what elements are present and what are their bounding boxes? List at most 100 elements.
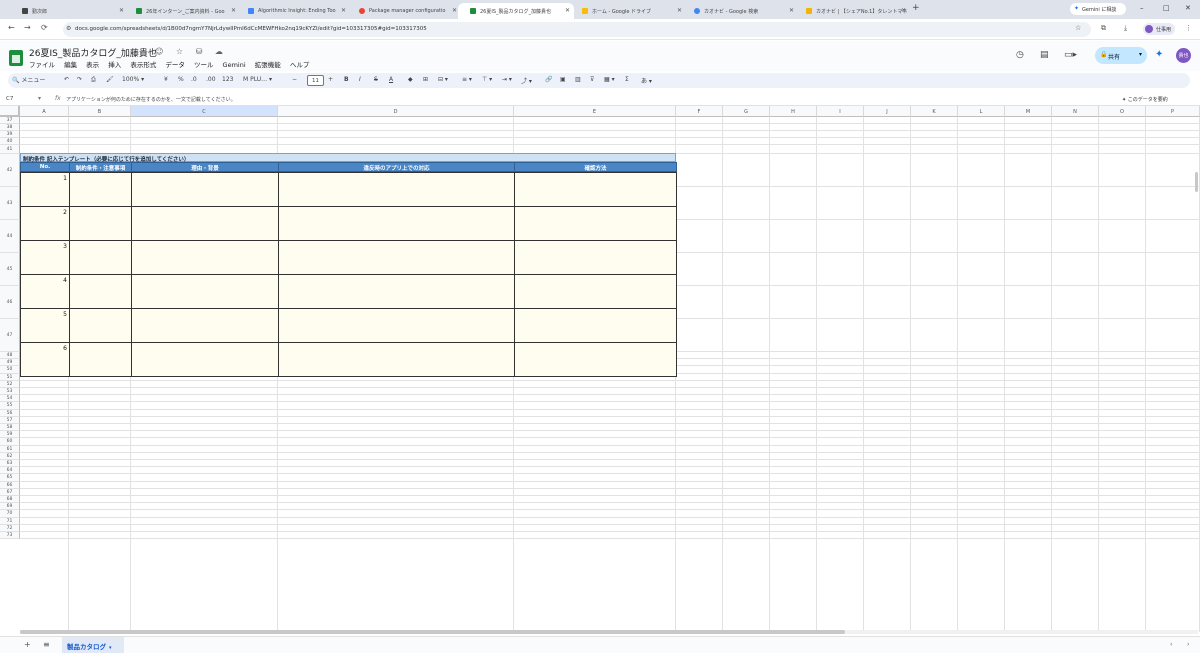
- fill-color-icon[interactable]: ◆: [408, 76, 413, 83]
- table-cell[interactable]: [131, 274, 279, 309]
- column-header[interactable]: O: [1099, 106, 1146, 117]
- row-number-cell[interactable]: 6: [20, 342, 70, 377]
- reload-icon[interactable]: ⟳: [41, 23, 48, 32]
- chevron-down-icon[interactable]: ▾: [38, 95, 41, 102]
- add-sheet-button[interactable]: +: [24, 640, 31, 649]
- table-header-cell[interactable]: 違反時のアプリ上での対応: [278, 162, 515, 172]
- zoom-select[interactable]: 100% ▾: [122, 76, 144, 83]
- row-header[interactable]: 55: [0, 402, 20, 410]
- insert-comment-icon[interactable]: ▣: [560, 76, 566, 83]
- comments-icon[interactable]: ▤: [1040, 50, 1049, 60]
- close-window-icon[interactable]: ✕: [1185, 4, 1191, 12]
- column-header[interactable]: C: [131, 106, 278, 117]
- row-header[interactable]: 56: [0, 409, 20, 417]
- row-header[interactable]: 46: [0, 286, 20, 319]
- menu-search[interactable]: 🔍 メニュー: [12, 75, 45, 84]
- gemini-sparkle-icon[interactable]: ✦: [1155, 49, 1163, 60]
- row-header[interactable]: 50: [0, 366, 20, 374]
- column-header[interactable]: I: [817, 106, 864, 117]
- table-cell[interactable]: [131, 308, 279, 343]
- table-cell[interactable]: [69, 172, 132, 207]
- row-header[interactable]: 67: [0, 488, 20, 496]
- all-sheets-button[interactable]: ≡: [43, 640, 50, 649]
- row-header[interactable]: 62: [0, 452, 20, 460]
- browser-tab[interactable]: 26年インターン_ご案内資料 - Goo ✕: [124, 3, 240, 19]
- insert-chart-icon[interactable]: ▥: [575, 76, 581, 83]
- row-header[interactable]: 71: [0, 517, 20, 525]
- account-avatar[interactable]: 貴也: [1176, 48, 1191, 63]
- print-icon[interactable]: ⎙: [91, 76, 96, 84]
- strikethrough-button[interactable]: S: [374, 76, 378, 83]
- back-icon[interactable]: ←: [8, 23, 15, 32]
- filter-views-icon[interactable]: ▦ ▾: [604, 76, 615, 83]
- browser-tab[interactable]: ホーム - Google ドライブ ✕: [570, 3, 686, 19]
- name-box[interactable]: C7: [6, 96, 13, 102]
- row-header[interactable]: 54: [0, 395, 20, 403]
- filter-icon[interactable]: ⊽: [590, 76, 594, 83]
- scroll-left-icon[interactable]: ‹: [1170, 641, 1172, 648]
- column-header[interactable]: F: [676, 106, 723, 117]
- table-cell[interactable]: [69, 342, 132, 377]
- menu-tools[interactable]: ツール: [194, 61, 214, 69]
- table-cell[interactable]: [278, 206, 515, 241]
- menu-file[interactable]: ファイル: [29, 61, 55, 69]
- table-cell[interactable]: [514, 172, 677, 207]
- title-action-icons[interactable]: ☺ ☆ ⛁ ☁: [155, 47, 228, 56]
- vertical-align-icon[interactable]: ⊤ ▾: [482, 76, 492, 83]
- table-header-cell[interactable]: 制約条件・注意事項: [69, 162, 132, 172]
- row-header[interactable]: 64: [0, 467, 20, 475]
- menu-insert[interactable]: 挿入: [108, 61, 121, 69]
- chevron-down-icon[interactable]: ▾: [1139, 51, 1142, 58]
- column-header[interactable]: D: [278, 106, 514, 117]
- forward-icon[interactable]: →: [24, 23, 31, 32]
- scroll-right-icon[interactable]: ›: [1187, 641, 1189, 648]
- chevron-down-icon[interactable]: ▾: [109, 645, 112, 651]
- table-cell[interactable]: [131, 172, 279, 207]
- download-icon[interactable]: ⤓: [1124, 24, 1127, 33]
- table-cell[interactable]: [514, 274, 677, 309]
- column-header[interactable]: G: [723, 106, 770, 117]
- maximize-icon[interactable]: □: [1163, 4, 1170, 12]
- column-header[interactable]: E: [514, 106, 676, 117]
- decrease-decimal-button[interactable]: .0: [191, 76, 197, 83]
- column-header[interactable]: P: [1146, 106, 1200, 117]
- text-wrap-icon[interactable]: ⇥ ▾: [502, 76, 512, 83]
- table-cell[interactable]: [514, 308, 677, 343]
- row-header[interactable]: 51: [0, 373, 20, 381]
- row-header[interactable]: 58: [0, 424, 20, 432]
- scrollbar-thumb[interactable]: [20, 630, 845, 634]
- row-header[interactable]: 45: [0, 253, 20, 286]
- row-header[interactable]: 38: [0, 124, 20, 131]
- insert-link-icon[interactable]: 🔗: [545, 76, 552, 83]
- table-cell[interactable]: [278, 342, 515, 377]
- column-header[interactable]: K: [911, 106, 958, 117]
- row-header[interactable]: 68: [0, 496, 20, 504]
- row-header[interactable]: 52: [0, 380, 20, 388]
- row-header[interactable]: 61: [0, 445, 20, 453]
- menu-format[interactable]: 表示形式: [130, 61, 156, 69]
- column-header[interactable]: J: [864, 106, 911, 117]
- close-tab-icon[interactable]: ✕: [901, 7, 906, 14]
- column-header[interactable]: N: [1052, 106, 1099, 117]
- undo-icon[interactable]: ↶: [64, 76, 69, 83]
- borders-icon[interactable]: ⊞: [423, 76, 428, 83]
- table-cell[interactable]: [514, 206, 677, 241]
- browser-menu-icon[interactable]: ⋮: [1185, 24, 1192, 32]
- percent-format-button[interactable]: %: [178, 76, 184, 83]
- sheets-logo-icon[interactable]: [9, 50, 23, 66]
- column-header[interactable]: L: [958, 106, 1005, 117]
- input-tools-icon[interactable]: あ ▾: [641, 76, 652, 85]
- vertical-scrollbar[interactable]: [1195, 172, 1198, 192]
- row-header[interactable]: 59: [0, 431, 20, 439]
- table-header-cell[interactable]: 理由・背景: [131, 162, 279, 172]
- increase-font-size-button[interactable]: +: [328, 76, 333, 83]
- row-number-cell[interactable]: 5: [20, 308, 70, 343]
- table-cell[interactable]: [131, 342, 279, 377]
- functions-icon[interactable]: Σ: [625, 76, 629, 83]
- menu-extensions[interactable]: 拡張機能: [255, 61, 281, 69]
- currency-format-button[interactable]: ¥: [164, 76, 168, 83]
- row-header[interactable]: 73: [0, 532, 20, 540]
- table-cell[interactable]: [131, 240, 279, 275]
- row-header[interactable]: 42: [0, 154, 20, 187]
- paint-format-icon[interactable]: 🖌: [106, 76, 114, 83]
